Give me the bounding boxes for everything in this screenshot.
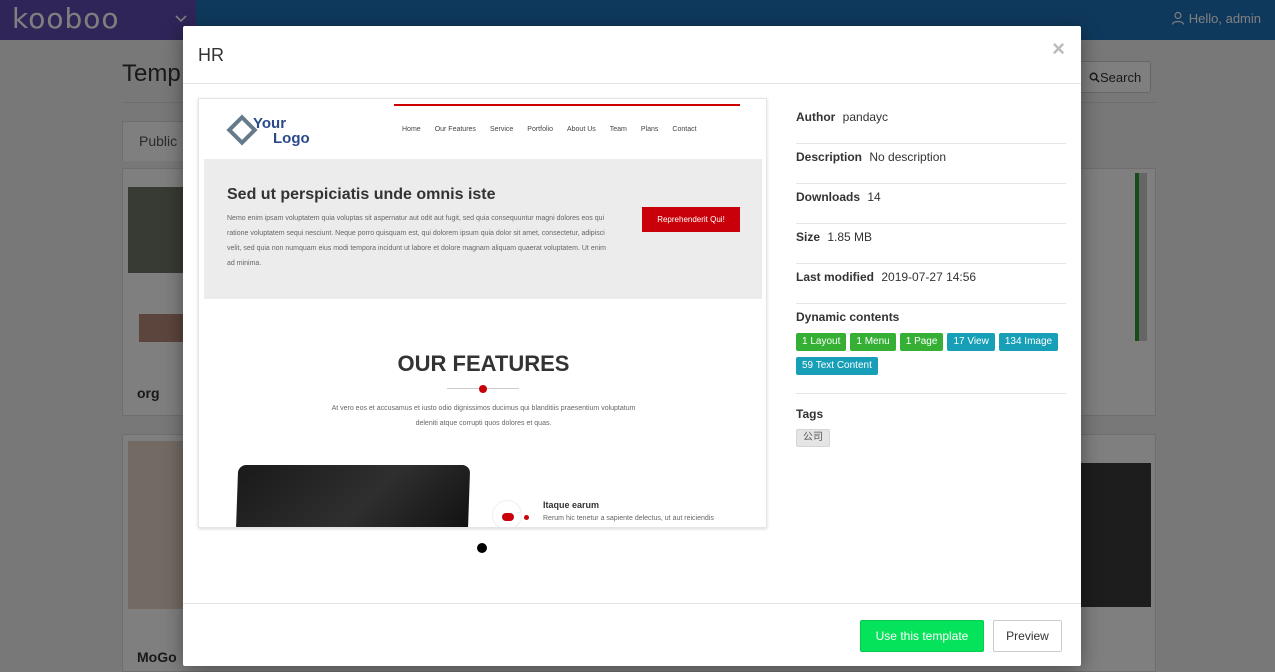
dynamic-badge: 1 Layout: [796, 333, 847, 351]
info-value: 14: [867, 190, 881, 204]
info-size: Size 1.85 MB: [796, 224, 1066, 264]
preview-nav-item: Home: [402, 126, 421, 133]
info-label: Last modified: [796, 270, 875, 284]
preview-nav: Home Our Features Service Portfolio Abou…: [402, 126, 711, 133]
preview-logo-text: Logo: [273, 130, 310, 147]
info-value: pandayc: [842, 110, 889, 124]
preview-nav-item: Plans: [640, 126, 659, 133]
preview-nav-item: Contact: [672, 126, 697, 133]
dynamic-badge: 134 Image: [998, 333, 1059, 351]
dynamic-badge: 17 View: [947, 333, 995, 351]
preview-nav-item: Our Features: [434, 126, 476, 133]
carousel-indicator[interactable]: [477, 543, 487, 553]
info-description: Description No description: [796, 144, 1066, 184]
preview-dot: [479, 385, 487, 393]
info-value: 1.85 MB: [827, 230, 873, 244]
modal-header: HR ×: [183, 26, 1081, 84]
use-template-button[interactable]: Use this template: [860, 620, 984, 652]
info-label: Description: [796, 150, 863, 164]
preview-features-text: At vero eos et accusamus et iusto odio d…: [331, 405, 636, 427]
template-info: Author pandayc Description No descriptio…: [796, 104, 1066, 447]
info-tags: Tags 公司: [796, 394, 1066, 447]
preview-feature-title: Itaque earum: [543, 500, 600, 510]
preview-logo: Your Logo: [226, 114, 327, 149]
info-value: 2019-07-27 14:56: [881, 270, 977, 284]
preview-hero-title: Sed ut perspiciatis unde omnis iste: [227, 186, 496, 203]
info-value: No description: [869, 150, 947, 164]
preview-features-title: OUR FEATURES: [397, 351, 570, 376]
preview-feature-text: Rerum hic tenetur a sapiente delectus, u…: [543, 515, 714, 522]
tag-badge: 公司: [796, 429, 830, 447]
preview-hero-text: Nemo enim ipsam voluptatem quia voluptas…: [227, 215, 606, 267]
info-label: Size: [796, 230, 821, 244]
info-label: Tags: [796, 407, 824, 421]
preview-accent-line: [394, 104, 740, 106]
preview-hero-button: Reprehenderit Qui!: [642, 207, 740, 232]
info-dynamic-contents: Dynamic contents 1 Layout 1 Menu 1 Page …: [796, 304, 1066, 394]
modal-footer: Use this template Preview: [183, 603, 1081, 666]
preview-nav-item: Portfolio: [527, 126, 553, 133]
preview-nav-item: Team: [609, 126, 627, 133]
dynamic-badges: 1 Layout 1 Menu 1 Page 17 View 134 Image…: [796, 333, 1066, 375]
preview-laptop-image: [235, 465, 471, 527]
cloud-icon: [502, 513, 514, 521]
preview-button[interactable]: Preview: [993, 620, 1062, 652]
preview-nav-item: About Us: [566, 126, 596, 133]
info-author: Author pandayc: [796, 104, 1066, 144]
modal-title: HR: [198, 45, 224, 65]
dynamic-badge: 59 Text Content: [796, 357, 878, 375]
preview-dot: [524, 515, 529, 520]
info-downloads: Downloads 14: [796, 184, 1066, 224]
preview-nav-item: Service: [489, 126, 514, 133]
template-detail-modal: HR × Your Logo Home Our Features Service…: [183, 26, 1081, 666]
info-label: Dynamic contents: [796, 310, 900, 324]
info-label: Author: [796, 110, 836, 124]
preview-hero: Sed ut perspiciatis unde omnis iste Nemo…: [204, 159, 762, 299]
template-preview-image: Your Logo Home Our Features Service Port…: [198, 98, 767, 528]
dynamic-badge: 1 Page: [899, 333, 944, 351]
info-label: Downloads: [796, 190, 861, 204]
close-icon[interactable]: ×: [1052, 38, 1065, 60]
info-last-modified: Last modified 2019-07-27 14:56: [796, 264, 1066, 304]
dynamic-badge: 1 Menu: [850, 333, 896, 351]
